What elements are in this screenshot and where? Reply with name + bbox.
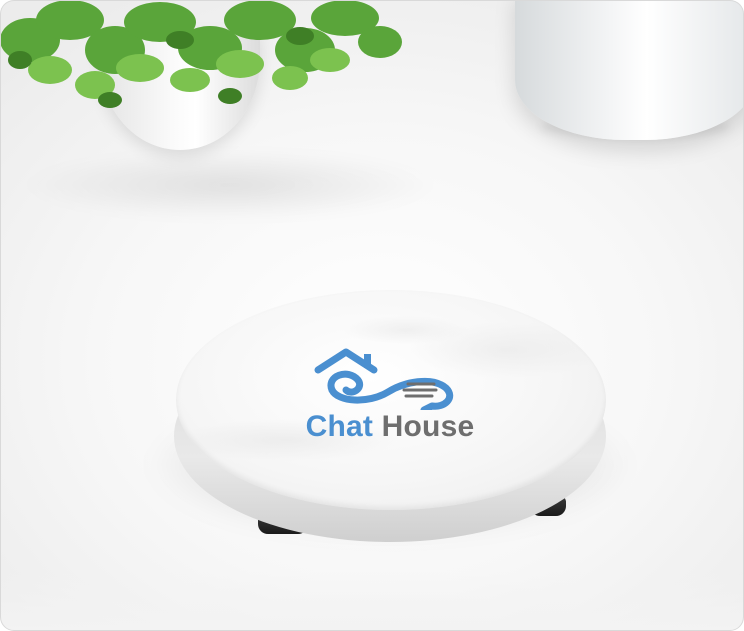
logo-word-house: House (381, 410, 475, 443)
product-photo: Chat House (0, 0, 744, 631)
logo-word-chat: Chat (305, 410, 374, 443)
plant-shadow (20, 150, 440, 220)
plant-foliage (0, 0, 402, 108)
chat-house-logo: Chat House (290, 346, 490, 446)
house-chat-bubble-icon (314, 348, 454, 410)
ceramic-pot (515, 0, 744, 140)
background-wash (0, 571, 744, 631)
logo-wordmark: Chat House (290, 410, 490, 444)
